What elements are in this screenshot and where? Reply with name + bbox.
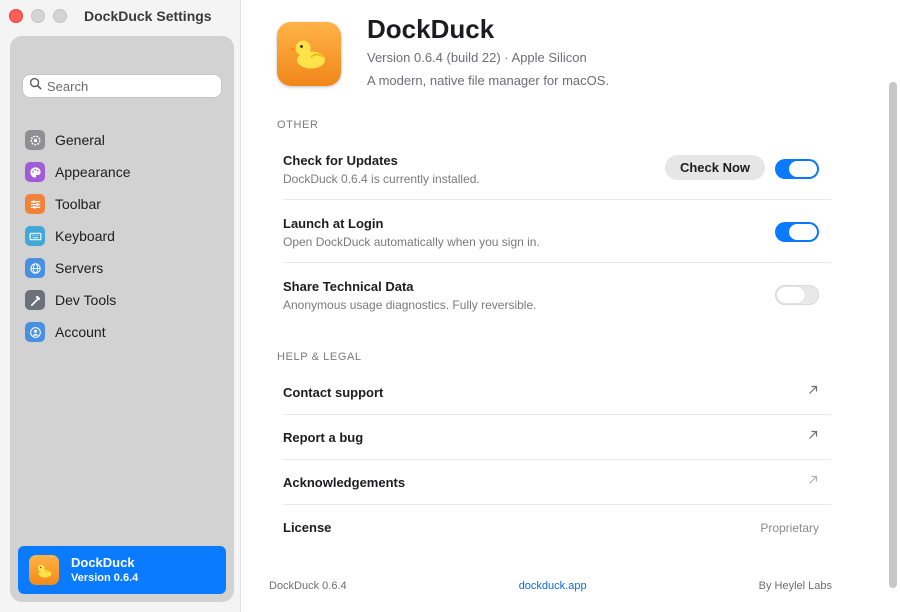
setting-title: Launch at Login	[283, 216, 384, 231]
link-title: Contact support	[283, 384, 384, 400]
sidebar-nav: General Appearance Toolbar Keyboard Serv…	[25, 124, 225, 348]
sidebar-column: DockDuck Settings General	[0, 0, 241, 612]
sidebar-item-label: Appearance	[55, 164, 131, 180]
person-icon	[25, 322, 45, 342]
setting-subtitle: Open DockDuck automatically when you sig…	[283, 235, 540, 249]
footer-credit: By Heylel Labs	[758, 580, 832, 592]
duck-icon	[285, 28, 333, 81]
minimize-window-button[interactable]	[31, 9, 45, 23]
duck-icon	[29, 555, 59, 585]
sidebar-item-account[interactable]: Account	[25, 316, 225, 348]
sidebar: General Appearance Toolbar	[10, 36, 234, 602]
other-settings-list: Check for Updates DockDuck 0.6.4 is curr…	[283, 137, 831, 326]
sidebar-item-label: Account	[55, 324, 106, 340]
report-bug-link[interactable]: Report a bug	[283, 415, 831, 460]
zoom-window-button[interactable]	[53, 9, 67, 23]
search-icon	[29, 77, 47, 95]
sidebar-item-label: Keyboard	[55, 228, 115, 244]
gear-icon	[25, 130, 45, 150]
sidebar-item-label: Toolbar	[55, 196, 101, 212]
link-title: Acknowledgements	[283, 474, 406, 490]
sliders-icon	[25, 194, 45, 214]
sidebar-item-label: Servers	[55, 260, 104, 276]
sidebar-item-keyboard[interactable]: Keyboard	[25, 220, 225, 252]
app-title: DockDuck	[367, 14, 495, 44]
scrollbar[interactable]	[887, 36, 899, 610]
sidebar-item-label: Dev Tools	[55, 292, 117, 308]
settings-content: DockDuck Version 0.6.4 (build 22) · Appl…	[241, 0, 900, 612]
license-value: Proprietary	[760, 520, 819, 535]
close-window-button[interactable]	[9, 9, 23, 23]
link-title: Report a bug	[283, 429, 364, 445]
section-heading-help-legal: HELP & LEGAL	[277, 351, 362, 363]
license-row: License Proprietary	[283, 505, 831, 550]
sidebar-item-general[interactable]: General	[25, 124, 225, 156]
footer: DockDuck 0.6.4 dockduck.app By Heylel La…	[269, 580, 832, 592]
external-link-icon	[807, 473, 831, 491]
app-icon	[277, 22, 341, 86]
setting-check-for-updates: Check for Updates DockDuck 0.6.4 is curr…	[283, 137, 831, 200]
check-now-button[interactable]: Check Now	[665, 155, 765, 180]
keyboard-icon	[25, 226, 45, 246]
search-input[interactable]	[47, 78, 207, 94]
setting-share-technical-data: Share Technical Data Anonymous usage dia…	[283, 263, 831, 326]
app-card-name: DockDuck	[71, 554, 135, 570]
app-card[interactable]: DockDuck Version 0.6.4	[18, 546, 226, 594]
footer-version: DockDuck 0.6.4	[269, 580, 347, 592]
contact-support-link[interactable]: Contact support	[283, 370, 831, 415]
globe-icon	[25, 258, 45, 278]
external-link-icon	[807, 428, 831, 446]
setting-launch-at-login: Launch at Login Open DockDuck automatica…	[283, 200, 831, 263]
sidebar-item-servers[interactable]: Servers	[25, 252, 225, 284]
search-field[interactable]	[22, 74, 222, 98]
updates-toggle[interactable]	[775, 159, 819, 179]
app-version: Version 0.6.4 (build 22) · Apple Silicon	[367, 50, 587, 65]
settings-window: DockDuck Settings General	[0, 0, 900, 612]
launch-at-login-toggle[interactable]	[775, 222, 819, 242]
palette-icon	[25, 162, 45, 182]
share-data-toggle[interactable]	[775, 285, 819, 305]
window-title: DockDuck Settings	[84, 8, 212, 24]
sidebar-item-toolbar[interactable]: Toolbar	[25, 188, 225, 220]
sidebar-item-appearance[interactable]: Appearance	[25, 156, 225, 188]
sidebar-item-label: General	[55, 132, 105, 148]
window-controls	[9, 9, 67, 23]
link-title: License	[283, 520, 332, 535]
sidebar-item-dev-tools[interactable]: Dev Tools	[25, 284, 225, 316]
external-link-icon	[807, 383, 831, 401]
help-legal-list: Contact support Report a bug Acknowledge…	[283, 370, 831, 550]
setting-title: Share Technical Data	[283, 279, 414, 294]
section-heading-other: OTHER	[277, 119, 319, 131]
website-link[interactable]: dockduck.app	[519, 580, 587, 592]
app-description: A modern, native file manager for macOS.	[367, 73, 610, 88]
acknowledgements-link[interactable]: Acknowledgements	[283, 460, 831, 505]
app-card-version: Version 0.6.4	[71, 571, 139, 584]
hammer-icon	[25, 290, 45, 310]
scrollbar-thumb[interactable]	[889, 82, 897, 588]
setting-subtitle: Anonymous usage diagnostics. Fully rever…	[283, 298, 537, 312]
